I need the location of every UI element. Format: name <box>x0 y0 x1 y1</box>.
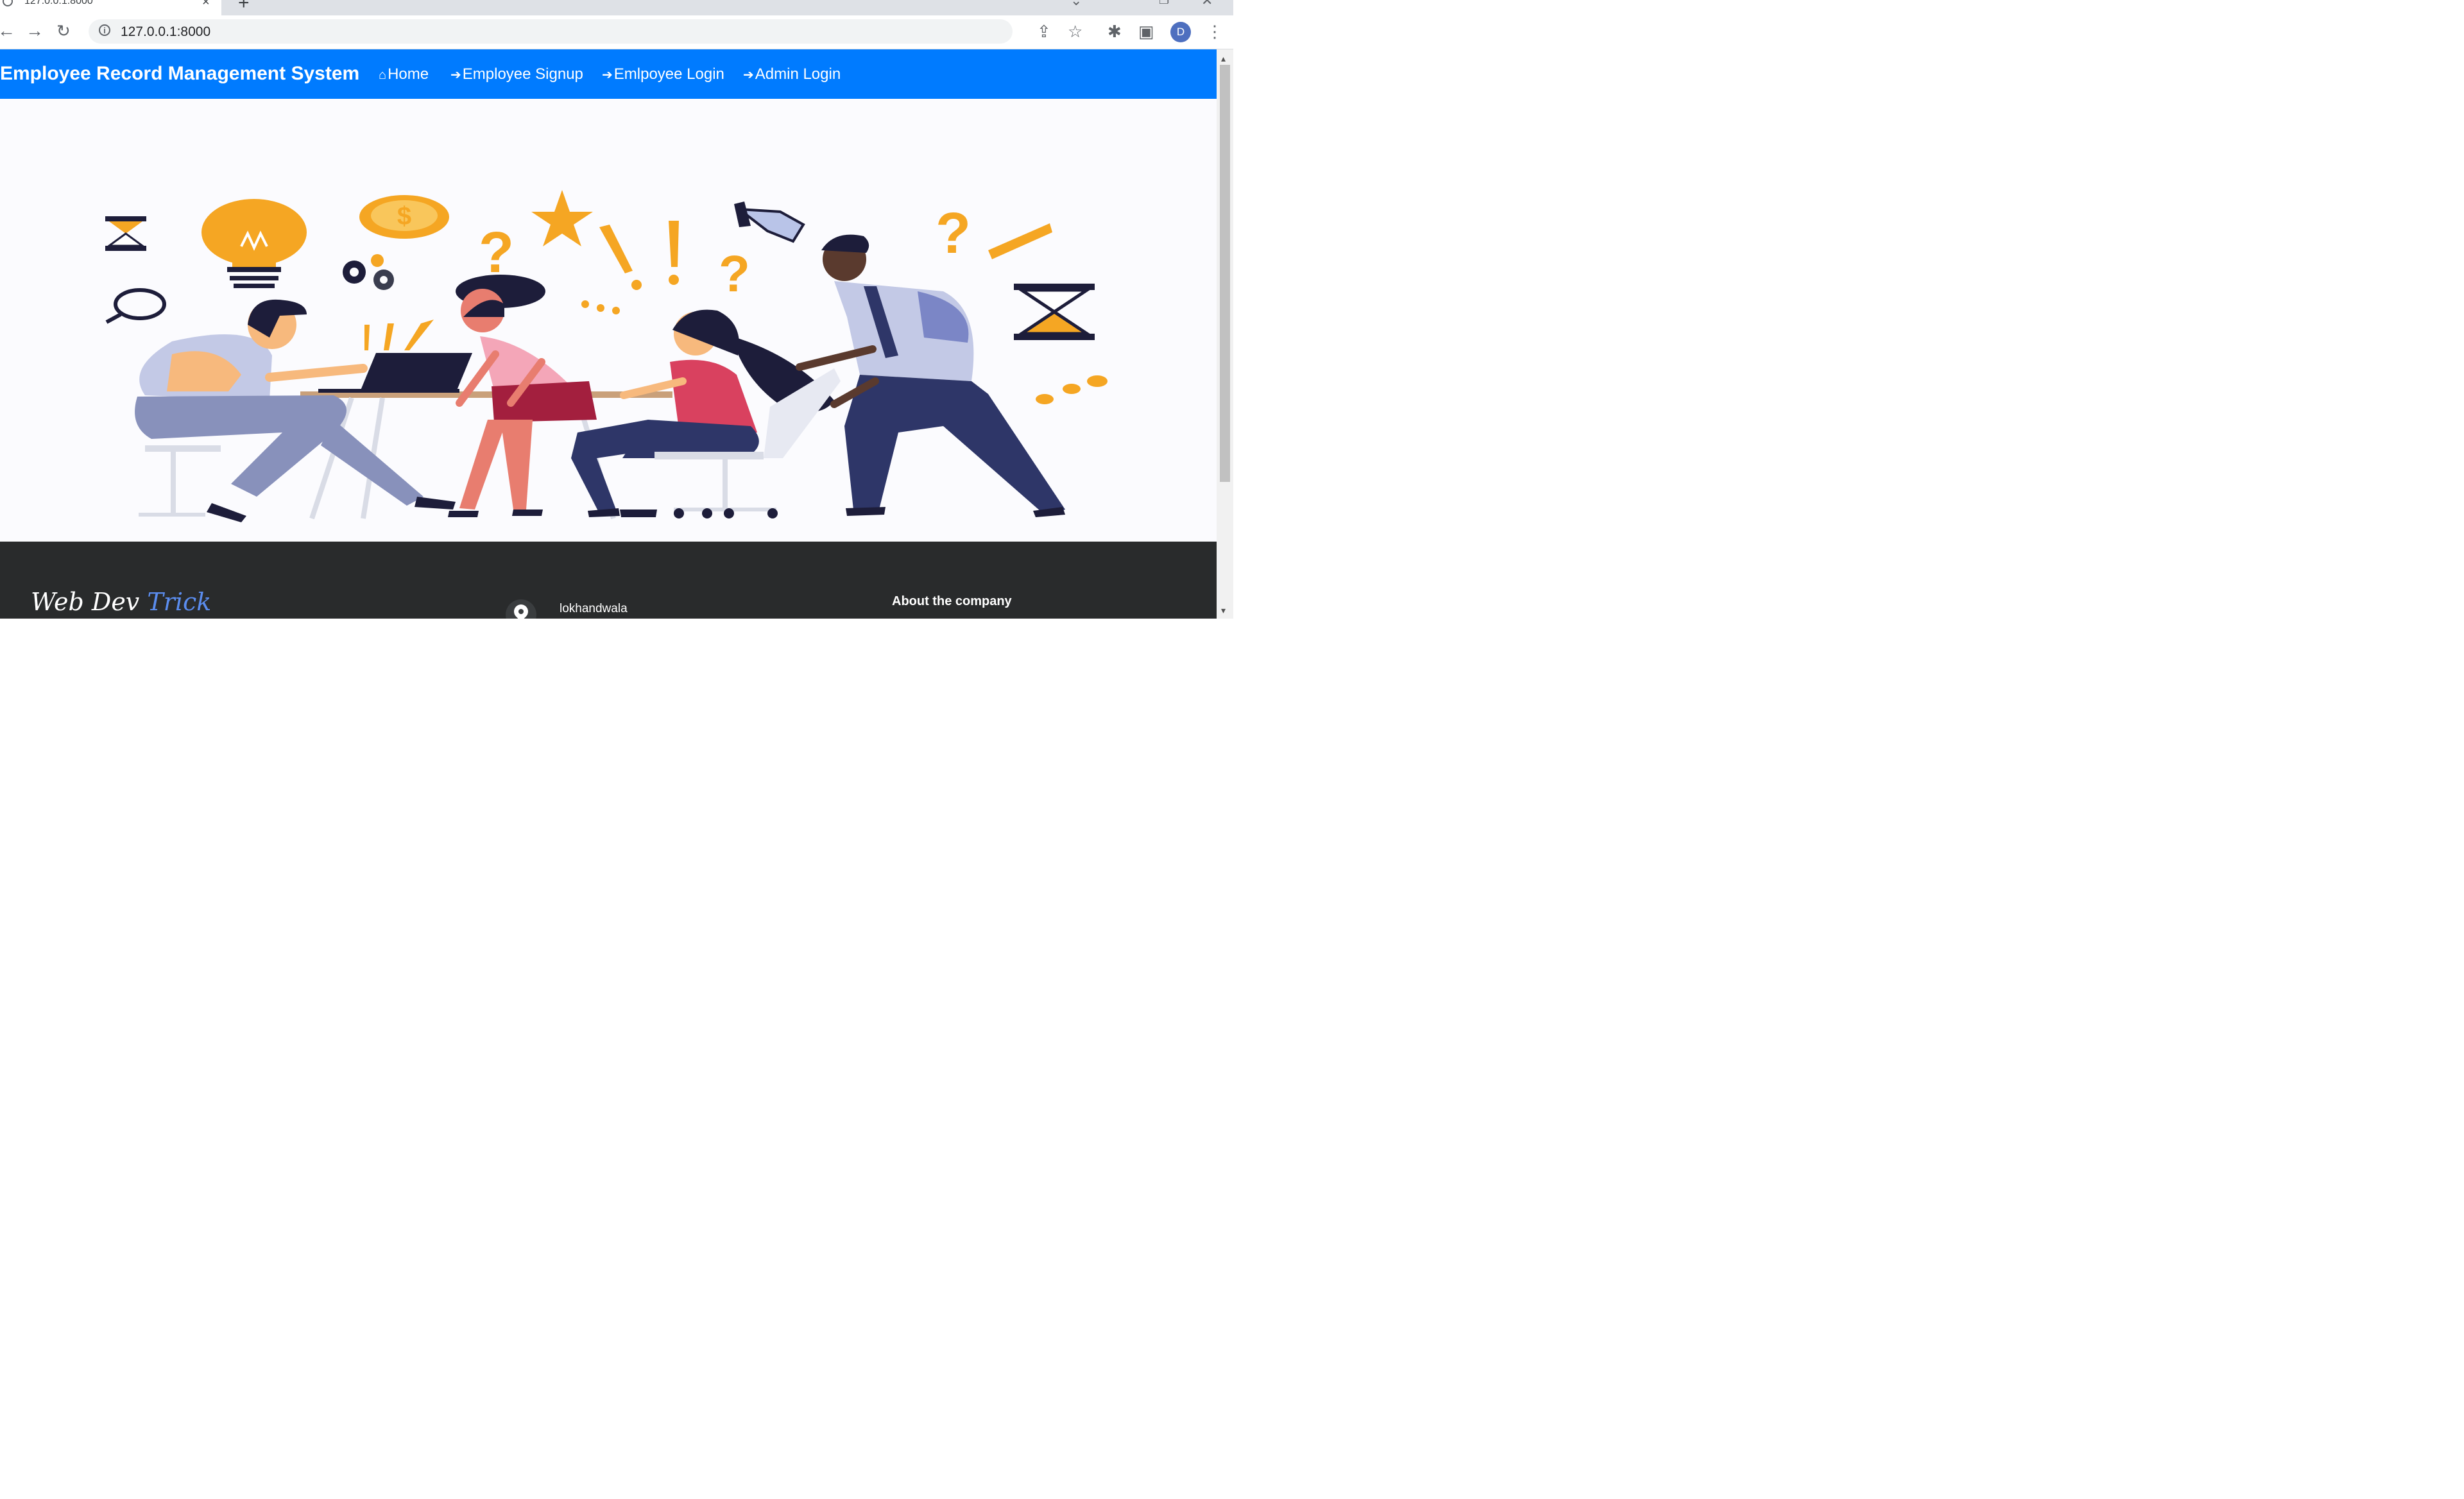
nav-link-employee-login[interactable]: ➔Emlpoyee Login <box>602 65 724 83</box>
nav-link-label: Admin Login <box>755 65 841 83</box>
share-icon[interactable]: ⇪ <box>1037 23 1051 40</box>
megaphone-icon <box>734 201 805 243</box>
site-navbar: Employee Record Management System ⌂Home … <box>0 49 1217 99</box>
gears-icon <box>343 254 394 290</box>
nav-link-home[interactable]: ⌂Home <box>379 65 429 83</box>
reload-icon[interactable]: ↻ <box>56 21 71 41</box>
sign-in-icon: ➔ <box>450 68 461 82</box>
restore-icon[interactable]: ❐ <box>1159 0 1169 7</box>
nav-link-employee-signup[interactable]: ➔Employee Signup <box>450 65 583 83</box>
new-tab-button[interactable]: + <box>238 0 250 14</box>
extensions-icon[interactable]: ✱ <box>1108 23 1122 40</box>
close-icon[interactable]: ✕ <box>1201 0 1213 9</box>
magnifier-icon <box>105 288 166 324</box>
nav-link-label: Home <box>388 65 429 83</box>
info-icon[interactable]: i <box>99 24 110 36</box>
site-brand[interactable]: Employee Record Management System <box>0 63 359 85</box>
hourglass-icon <box>1014 284 1095 340</box>
page-viewport: Employee Record Management System ⌂Home … <box>0 49 1217 619</box>
team-brainstorm-illustration: $ ? ? ? <box>105 190 1108 522</box>
sign-in-icon: ➔ <box>602 68 613 82</box>
menu-icon[interactable]: ⋮ <box>1206 23 1223 40</box>
url-text[interactable]: 127.0.0.1:8000 <box>121 24 210 40</box>
profile-avatar[interactable]: D <box>1170 22 1191 42</box>
star-icon <box>531 190 593 246</box>
forward-icon[interactable]: → <box>26 21 44 41</box>
dollar-coin-icon: $ <box>359 195 449 239</box>
side-panel-icon[interactable]: ▣ <box>1138 23 1154 40</box>
svg-text:?: ? <box>936 201 971 266</box>
man-seated-figure <box>135 299 456 522</box>
star-icon[interactable]: ☆ <box>1068 23 1082 40</box>
lightbulb-icon <box>201 199 307 288</box>
browser-toolbar: ← → ↻ i 127.0.0.1:8000 ⇪ ☆ ✱ ▣ D ⋮ <box>0 15 1233 49</box>
tab-strip: 127.0.0.1:8000 × + ⌄ ❐ ✕ <box>0 0 1233 15</box>
nav-link-label: Emlpoyee Login <box>613 65 724 83</box>
footer-address: lokhandwala <box>560 602 628 615</box>
home-icon: ⌂ <box>379 68 387 82</box>
hourglass-icon <box>105 216 146 251</box>
tab-title: 127.0.0.1:8000 <box>24 0 93 6</box>
logo-main-text: Web Dev <box>31 588 148 616</box>
footer-logo[interactable]: Web Dev Trick <box>31 588 211 616</box>
globe-icon <box>3 0 13 6</box>
browser-window: 127.0.0.1:8000 × + ⌄ ❐ ✕ ← → ↻ i 127.0.0… <box>0 0 1233 619</box>
sign-in-icon: ➔ <box>743 68 754 82</box>
site-footer: Web Dev Trick lokhandwala About the comp… <box>0 542 1217 619</box>
logo-accent-text: Trick <box>147 588 212 616</box>
svg-text:?: ? <box>719 245 750 302</box>
minimize-icon[interactable]: ⌄ <box>1070 0 1082 9</box>
browser-tab[interactable]: 127.0.0.1:8000 × <box>0 0 221 15</box>
svg-text:$: $ <box>397 202 411 230</box>
footer-about-heading: About the company <box>892 594 1012 608</box>
back-icon[interactable]: ← <box>0 21 15 41</box>
hero-section: $ ? ? ? <box>0 99 1217 542</box>
scroll-down-icon[interactable]: ▾ <box>1221 605 1226 616</box>
location-pin-icon <box>506 599 536 619</box>
tab-close-icon[interactable]: × <box>202 0 210 10</box>
scrollbar-thumb[interactable] <box>1220 65 1230 482</box>
nav-link-label: Employee Signup <box>462 65 583 83</box>
woman-seated-figure <box>571 309 841 518</box>
man-standing-figure <box>796 234 1065 517</box>
nav-link-admin-login[interactable]: ➔Admin Login <box>743 65 841 83</box>
page-scrollbar[interactable]: ▴ ▾ <box>1217 49 1233 619</box>
scroll-up-icon[interactable]: ▴ <box>1221 53 1226 64</box>
address-bar[interactable]: i 127.0.0.1:8000 <box>89 19 1013 44</box>
